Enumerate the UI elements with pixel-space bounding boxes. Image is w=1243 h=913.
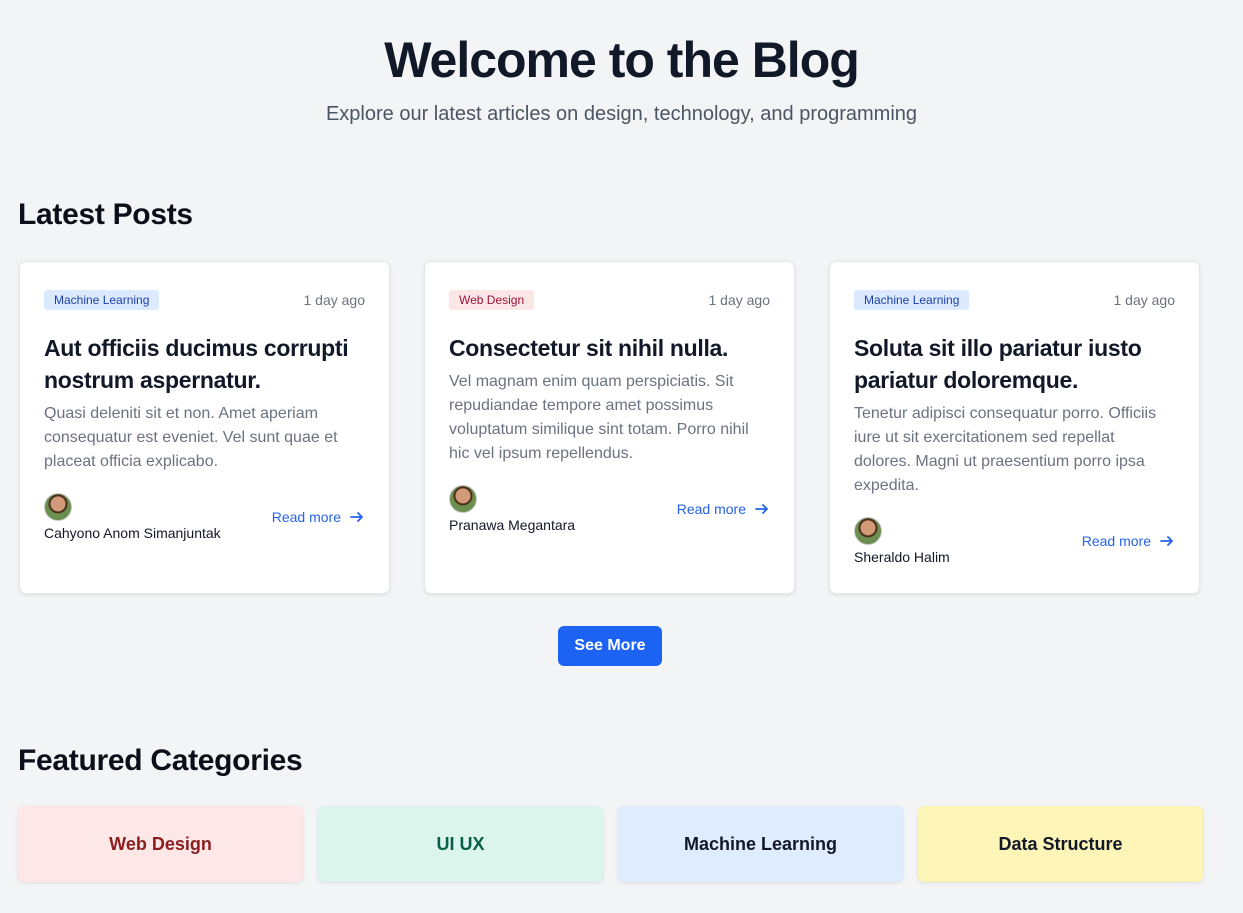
arrow-right-icon [755, 504, 768, 514]
post-card: Machine Learning 1 day ago Aut officiis … [19, 261, 390, 594]
avatar [449, 485, 477, 513]
read-more-label: Read more [271, 509, 341, 525]
category-card-web-design[interactable]: Web Design [18, 806, 303, 882]
category-tag[interactable]: Machine Learning [854, 290, 970, 310]
featured-categories-heading: Featured Categories [18, 744, 303, 777]
see-more-button[interactable]: See More [558, 626, 662, 666]
post-date: 1 day ago [708, 292, 771, 308]
read-more-link[interactable]: Read more [272, 509, 365, 525]
avatar [854, 517, 882, 545]
category-tag[interactable]: Web Design [449, 290, 535, 310]
category-card-ui-ux[interactable]: UI UX [318, 806, 603, 882]
category-list: Web Design UI UX Machine Learning Data S… [18, 806, 1203, 882]
post-card: Web Design 1 day ago Consectetur sit nih… [424, 261, 795, 594]
avatar [44, 493, 72, 521]
read-more-label: Read more [1081, 533, 1151, 549]
read-more-label: Read more [676, 501, 746, 517]
post-date: 1 day ago [303, 292, 366, 308]
post-card: Machine Learning 1 day ago Soluta sit il… [829, 261, 1200, 594]
hero: Welcome to the Blog Explore our latest a… [0, 0, 1243, 128]
post-author: Cahyono Anom Simanjuntak [44, 493, 221, 541]
author-name: Pranawa Megantara [449, 517, 576, 533]
category-tag[interactable]: Machine Learning [44, 290, 160, 310]
author-name: Cahyono Anom Simanjuntak [44, 525, 221, 541]
page-subtitle: Explore our latest articles on design, t… [325, 103, 918, 125]
category-card-data-structure[interactable]: Data Structure [918, 806, 1203, 882]
post-excerpt: Vel magnam enim quam perspiciatis. Sit r… [449, 373, 749, 462]
post-excerpt: Quasi deleniti sit et non. Amet aperiam … [44, 405, 338, 470]
post-date: 1 day ago [1113, 292, 1176, 308]
category-card-machine-learning[interactable]: Machine Learning [618, 806, 903, 882]
post-title[interactable]: Consectetur sit nihil nulla. [449, 332, 770, 364]
post-title[interactable]: Aut officiis ducimus corrupti nostrum as… [44, 332, 365, 396]
page-title: Welcome to the Blog [384, 32, 860, 88]
post-author: Pranawa Megantara [449, 485, 575, 533]
post-excerpt: Tenetur adipisci consequatur porro. Offi… [854, 405, 1157, 494]
read-more-link[interactable]: Read more [1082, 533, 1175, 549]
arrow-right-icon [350, 512, 363, 522]
latest-posts-heading: Latest Posts [18, 198, 193, 231]
post-title[interactable]: Soluta sit illo pariatur iusto pariatur … [854, 332, 1175, 396]
post-list: Machine Learning 1 day ago Aut officiis … [19, 261, 1202, 594]
read-more-link[interactable]: Read more [677, 501, 770, 517]
post-author: Sheraldo Halim [854, 517, 950, 565]
arrow-right-icon [1160, 536, 1173, 546]
author-name: Sheraldo Halim [854, 549, 950, 565]
